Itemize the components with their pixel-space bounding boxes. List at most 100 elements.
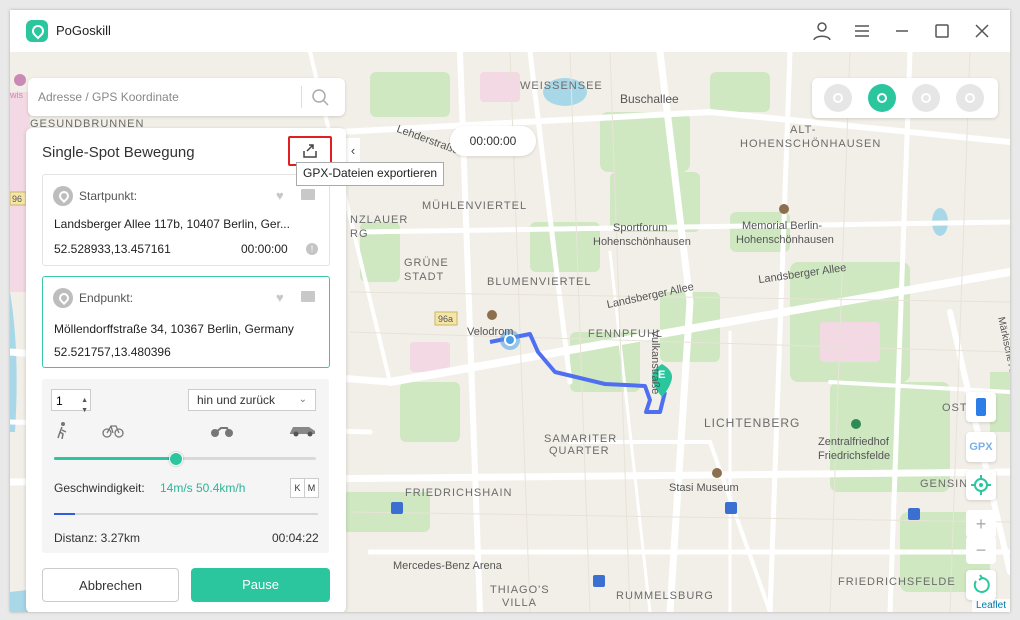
title-bar: PoGoskill: [10, 10, 1010, 52]
map-attribution[interactable]: Leaflet: [971, 599, 1010, 612]
gpx-import-button[interactable]: GPX: [966, 432, 996, 462]
search-bar: Adresse / GPS Koordinate: [28, 78, 345, 116]
speed-slider-handle[interactable]: [169, 452, 183, 466]
collapse-panel-icon[interactable]: ‹: [346, 138, 360, 164]
teleport-mode-icon[interactable]: [824, 84, 852, 112]
app-title: PoGoskill: [56, 23, 111, 38]
map-label: OST: [942, 402, 968, 414]
map-label: STADT: [404, 271, 445, 283]
minimize-icon[interactable]: [890, 19, 914, 43]
end-address: Möllendorffstraße 34, 10367 Berlin, Germ…: [54, 322, 294, 336]
unit-m-button[interactable]: M: [304, 478, 319, 498]
export-tooltip: GPX-Dateien exportieren: [296, 162, 445, 186]
start-point-card[interactable]: Startpunkt: ♥ Landsberger Allee 117b, 10…: [42, 174, 330, 266]
map-road-badge: 96: [12, 194, 23, 204]
menu-icon[interactable]: [850, 19, 874, 43]
reset-icon[interactable]: [966, 570, 996, 600]
zoom-out-button[interactable]: −: [966, 536, 996, 564]
maximize-icon[interactable]: [930, 19, 954, 43]
start-caption: Startpunkt:: [79, 189, 138, 203]
map-label: LICHTENBERG: [704, 416, 801, 430]
route-panel: Single-Spot Bewegung Startpunkt: ♥ Lands…: [26, 128, 346, 612]
favorite-icon[interactable]: ♥: [276, 189, 290, 203]
two-spot-mode-icon[interactable]: [868, 84, 896, 112]
cancel-button[interactable]: Abbrechen: [42, 568, 179, 602]
map-label: QUARTER: [549, 445, 610, 457]
end-caption: Endpunkt:: [79, 291, 134, 305]
multi-spot-mode-icon[interactable]: [912, 84, 940, 112]
map-label: GENSIN: [920, 478, 969, 490]
remaining-time: 00:04:22: [272, 531, 319, 545]
map-label: THIAGO'S: [490, 584, 550, 596]
map-label: VILLA: [502, 597, 537, 609]
location-pin-icon: [53, 186, 73, 206]
map-label: BLUMENVIERTEL: [487, 276, 592, 288]
map-view[interactable]: WEISSENSEE Buschallee GESUNDBRUNNEN Lehd…: [10, 52, 1010, 612]
end-point-card[interactable]: Endpunkt: ♥ Möllendorffstraße 34, 10367 …: [42, 276, 330, 368]
map-label: WEISSENSEE: [520, 80, 603, 92]
movement-settings: 1 ▲ ▼ hin und zurück ⌄ Geschwindigkeit: …: [42, 379, 329, 553]
map-label: SAMARITER: [544, 433, 618, 445]
map-label: GRÜNE: [404, 257, 449, 269]
locate-icon[interactable]: [966, 470, 996, 500]
map-label: ALT-: [790, 124, 817, 136]
mode-switcher: [812, 78, 998, 118]
panel-title: Single-Spot Bewegung: [42, 144, 195, 161]
map-label: RG: [350, 228, 369, 240]
favorite-icon[interactable]: ♥: [276, 291, 290, 305]
zoom-in-button[interactable]: +: [966, 510, 996, 538]
speed-slider[interactable]: [54, 457, 316, 460]
map-label: Hohenschönhausen: [736, 234, 834, 246]
export-icon: [303, 144, 317, 158]
search-input[interactable]: Adresse / GPS Koordinate: [38, 90, 179, 104]
map-label: Mercedes-Benz Arena: [393, 560, 502, 572]
folder-icon[interactable]: [301, 189, 315, 200]
map-label: Memorial Berlin-: [742, 220, 823, 232]
end-marker-icon[interactable]: E: [658, 369, 665, 381]
repeat-count-stepper[interactable]: 1 ▲ ▼: [51, 389, 91, 414]
close-icon[interactable]: [970, 19, 994, 43]
map-label: Hohenschönhausen: [593, 236, 691, 248]
map-label: Friedrichsfelde: [818, 450, 891, 462]
app-logo-icon: [26, 20, 48, 42]
search-icon[interactable]: [310, 87, 330, 107]
map-label: wis: [10, 90, 23, 100]
map-label: NZLAUER: [350, 214, 409, 226]
stepper-down-icon[interactable]: ▼: [81, 400, 88, 422]
map-road-badge: 96a: [438, 314, 454, 324]
info-icon[interactable]: !: [306, 243, 318, 255]
map-label: Zentralfriedhof: [818, 436, 889, 448]
start-address: Landsberger Allee 117b, 10407 Berlin, Ge…: [54, 217, 290, 231]
user-icon[interactable]: [810, 19, 834, 43]
map-label: Velodrom: [467, 326, 514, 338]
location-pin-icon: [53, 288, 73, 308]
map-label: RUMMELSBURG: [616, 590, 714, 602]
joystick-mode-icon[interactable]: [956, 84, 984, 112]
route-mode-value: hin und zurück: [197, 393, 276, 407]
search-divider: [301, 86, 302, 108]
map-label: FRIEDRICHSHAIN: [405, 487, 513, 499]
map-label: Buschallee: [620, 92, 679, 106]
end-coords: 52.521757,13.480396: [54, 345, 171, 359]
map-label: MÜHLENVIERTEL: [422, 200, 528, 212]
speed-value: 14m/s 50.4km/h: [160, 481, 246, 495]
start-coords: 52.528933,13.457161: [54, 242, 171, 256]
speed-slider-fill: [54, 457, 175, 460]
pause-button[interactable]: Pause: [191, 568, 330, 602]
map-label: HOHENSCHÖNHAUSEN: [740, 138, 882, 150]
chevron-down-icon: ⌄: [298, 394, 307, 405]
app-window: PoGoskill WEISSENSEE Buschallee GESUNDBR…: [10, 10, 1010, 612]
unit-k-button[interactable]: K: [290, 478, 305, 498]
map-label: Stasi Museum: [669, 482, 739, 494]
route-timer: 00:00:00: [450, 126, 536, 156]
map-label: FRIEDRICHSFELDE: [838, 576, 956, 588]
folder-icon[interactable]: [301, 291, 315, 302]
map-label: Vulkanstraße: [649, 330, 661, 395]
device-icon[interactable]: [966, 392, 996, 422]
repeat-count-value: 1: [56, 394, 63, 408]
distance-text: Distanz: 3.27km: [54, 531, 141, 545]
route-mode-select[interactable]: hin und zurück ⌄: [188, 389, 316, 411]
map-label: Sportforum: [613, 222, 668, 234]
start-time: 00:00:00: [241, 242, 288, 256]
speed-label: Geschwindigkeit:: [54, 481, 145, 495]
